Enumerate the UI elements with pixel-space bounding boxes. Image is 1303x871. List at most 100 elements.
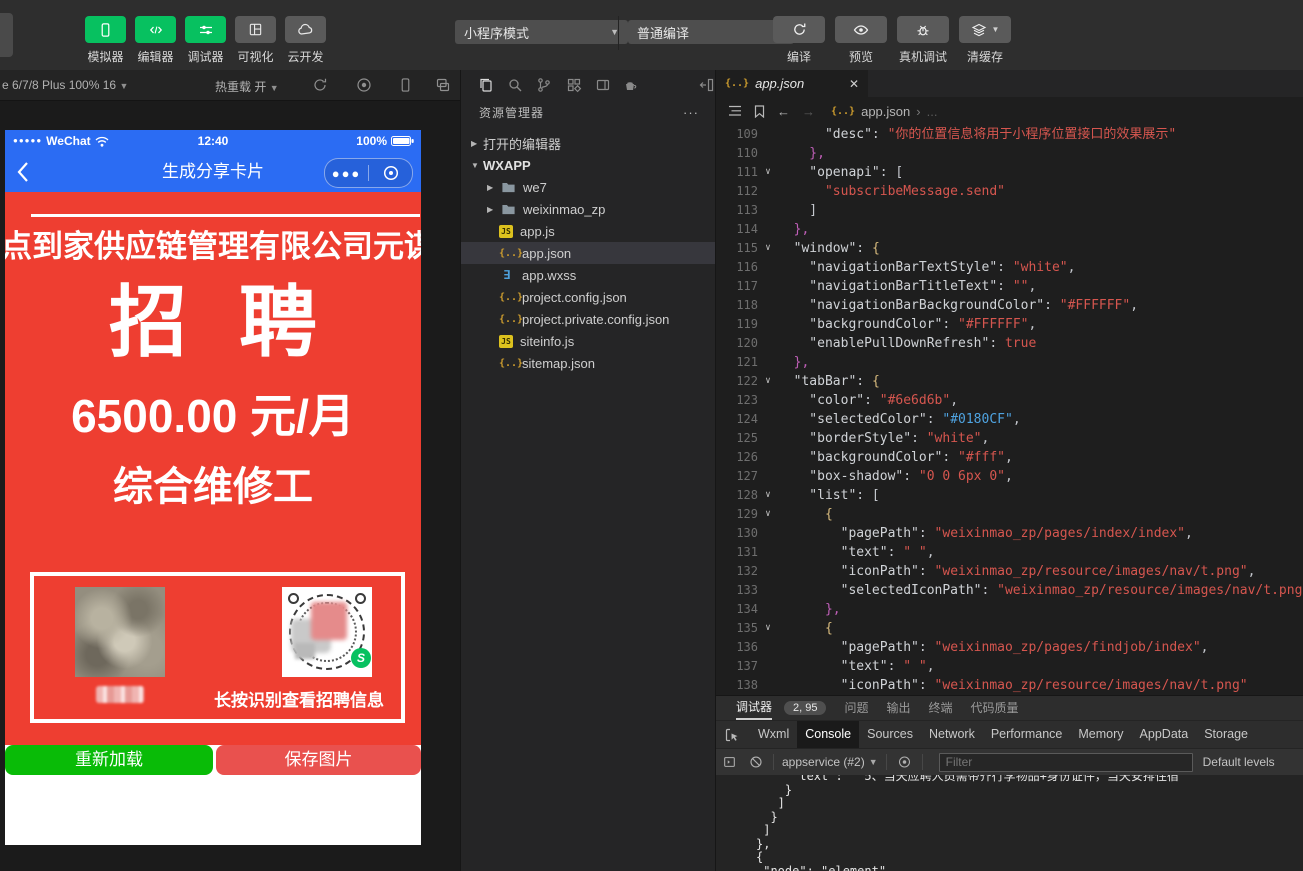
breadcrumb-file[interactable]: app.json — [861, 104, 910, 119]
code-line-128: 128∨ "list": [ — [716, 486, 1303, 505]
git-branch-icon[interactable] — [536, 77, 552, 93]
back-arrow-icon[interactable]: ← — [777, 104, 790, 119]
clear-cache-button[interactable]: ▼ 清缓存 — [954, 16, 1016, 65]
file-tree: ▶打开的编辑器▼WXAPP▶we7▶weixinmao_zpJSapp.js{.… — [461, 126, 715, 374]
mini-program-qr-code[interactable]: S — [282, 587, 372, 677]
code-line-122: 122∨ "tabBar": { — [716, 372, 1303, 391]
folder-icon — [501, 180, 516, 195]
tab-console[interactable]: Console — [797, 721, 859, 748]
console-filter-input[interactable] — [939, 753, 1193, 772]
save-image-button[interactable]: 保存图片 — [216, 745, 421, 775]
inspect-icon[interactable] — [716, 727, 750, 743]
log-levels-select[interactable]: Default levels — [1203, 755, 1275, 769]
js-file-icon: JS — [499, 335, 513, 348]
visualization-toggle-button[interactable]: 可视化 — [235, 16, 276, 65]
tab-memory[interactable]: Memory — [1070, 721, 1131, 748]
tab-performance[interactable]: Performance — [983, 721, 1071, 748]
tab-debugger[interactable]: 调试器 — [736, 696, 772, 720]
record-icon[interactable] — [356, 77, 372, 93]
context-select[interactable]: appservice (#2) — [782, 755, 865, 769]
breadcrumb-more[interactable]: ... — [927, 104, 938, 119]
hot-reload-toggle[interactable]: 热重载 开 ▼ — [215, 78, 279, 95]
sliders-icon — [198, 22, 214, 38]
explorer-more-button[interactable]: ··· — [683, 100, 699, 126]
tree-item-project.config.json[interactable]: {..}project.config.json — [461, 286, 715, 308]
code-line-109: 109 "desc": "你的位置信息将用于小程序位置接口的效果展示" — [716, 125, 1303, 144]
simulator-toggle-button[interactable]: 模拟器 — [85, 16, 126, 65]
debugger-toggle-button[interactable]: 调试器 — [185, 16, 226, 65]
blurred-company-label — [96, 686, 144, 703]
chevron-down-icon: ▼ — [869, 757, 878, 767]
tab-problems[interactable]: 问题 — [844, 697, 868, 719]
tree-item-siteinfo.js[interactable]: JSsiteinfo.js — [461, 330, 715, 352]
code-line-117: 117 "navigationBarTitleText": "", — [716, 277, 1303, 296]
phone-screen: ●●●●● WeChat 12:40 100% 生成分享卡片 ●●● — [5, 130, 421, 845]
close-target-button[interactable] — [369, 164, 412, 182]
json-file-icon: {..} — [499, 248, 515, 259]
code-line-110: 110 }, — [716, 144, 1303, 163]
extensions-icon[interactable] — [566, 77, 582, 93]
tree-section-WXAPP[interactable]: ▼WXAPP — [461, 154, 715, 176]
tree-item-weixinmao_zp[interactable]: ▶weixinmao_zp — [461, 198, 715, 220]
tree-item-we7[interactable]: ▶we7 — [461, 176, 715, 198]
tree-section-打开的编辑器[interactable]: ▶打开的编辑器 — [461, 132, 715, 154]
tab-sources[interactable]: Sources — [859, 721, 921, 748]
tree-item-app.js[interactable]: JSapp.js — [461, 220, 715, 242]
twisty-icon: ▶ — [487, 183, 499, 192]
clear-console-icon[interactable] — [749, 755, 763, 769]
preview-button[interactable]: 预览 — [830, 16, 892, 65]
reload-button[interactable]: 重新加载 — [5, 745, 213, 775]
tab-output[interactable]: 输出 — [887, 697, 911, 719]
json-file-icon: {..} — [831, 106, 855, 117]
code-area[interactable]: 109 "desc": "你的位置信息将用于小程序位置接口的效果展示"110 }… — [716, 125, 1303, 695]
panel-icon[interactable] — [595, 77, 611, 93]
tree-item-app.wxss[interactable]: ∃app.wxss — [461, 264, 715, 286]
collapse-sidebar-icon[interactable] — [699, 77, 715, 93]
device-select[interactable]: e 6/7/8 Plus 100% 16 ▼ — [2, 78, 128, 92]
tab-wxml[interactable]: Wxml — [750, 721, 797, 748]
detach-window-icon[interactable] — [435, 77, 451, 93]
bookmark-icon[interactable] — [754, 105, 765, 118]
cloud-dev-button[interactable]: 云开发 — [285, 16, 326, 65]
tab-terminal[interactable]: 终端 — [929, 697, 953, 719]
code-line-133: 133 "selectedIconPath": "weixinmao_zp/re… — [716, 581, 1303, 600]
more-button[interactable]: ●●● — [325, 165, 368, 181]
mode-select[interactable]: 小程序模式 ▼ — [455, 20, 628, 44]
twisty-icon: ▼ — [471, 161, 483, 170]
code-line-130: 130 "pagePath": "weixinmao_zp/pages/inde… — [716, 524, 1303, 543]
code-line-118: 118 "navigationBarBackgroundColor": "#FF… — [716, 296, 1303, 315]
editor-toggle-button[interactable]: 编辑器 — [135, 16, 176, 65]
devtools-tabs: Wxml Console Sources Network Performance… — [716, 720, 1303, 748]
code-icon — [148, 22, 164, 38]
tab-code-quality[interactable]: 代码质量 — [971, 697, 1019, 719]
forward-arrow-icon[interactable]: → — [802, 104, 815, 119]
outline-icon[interactable] — [728, 105, 742, 117]
console-output[interactable]: "text": " 5、当天应聘人员需带齐行李物品+身份证件，当天安排住宿 " … — [716, 775, 1303, 871]
close-icon[interactable]: ✕ — [849, 77, 859, 91]
tab-network[interactable]: Network — [921, 721, 983, 748]
tree-item-project.private.config.json[interactable]: {..}project.private.config.json — [461, 308, 715, 330]
json-file-icon: {..} — [725, 78, 749, 89]
console-line: } — [756, 811, 1303, 825]
console-line: "node": "element" — [756, 865, 1303, 871]
tab-appdata[interactable]: AppData — [1132, 721, 1197, 748]
console-sidebar-icon[interactable] — [722, 755, 737, 769]
rotate-icon[interactable] — [312, 77, 328, 93]
code-line-121: 121 }, — [716, 353, 1303, 372]
tab-app-json[interactable]: {..} app.json ✕ — [716, 70, 868, 97]
search-icon[interactable] — [507, 77, 523, 93]
code-line-126: 126 "backgroundColor": "#fff", — [716, 448, 1303, 467]
explorer-header: 资源管理器 ··· — [461, 100, 715, 126]
files-icon[interactable] — [478, 77, 494, 93]
phone-frame-icon[interactable] — [398, 77, 413, 93]
compile-button[interactable]: 编译 — [768, 16, 830, 65]
json-file-icon: {..} — [499, 292, 515, 303]
problem-count-badge: 2, 95 — [784, 701, 826, 715]
tree-item-sitemap.json[interactable]: {..}sitemap.json — [461, 352, 715, 374]
eye-icon[interactable] — [897, 755, 912, 769]
tree-item-app.json[interactable]: {..}app.json — [461, 242, 715, 264]
remote-debug-button[interactable]: 真机调试 — [892, 16, 954, 65]
tab-storage[interactable]: Storage — [1196, 721, 1256, 748]
tea-icon[interactable] — [622, 77, 639, 93]
bug-icon — [915, 22, 931, 38]
